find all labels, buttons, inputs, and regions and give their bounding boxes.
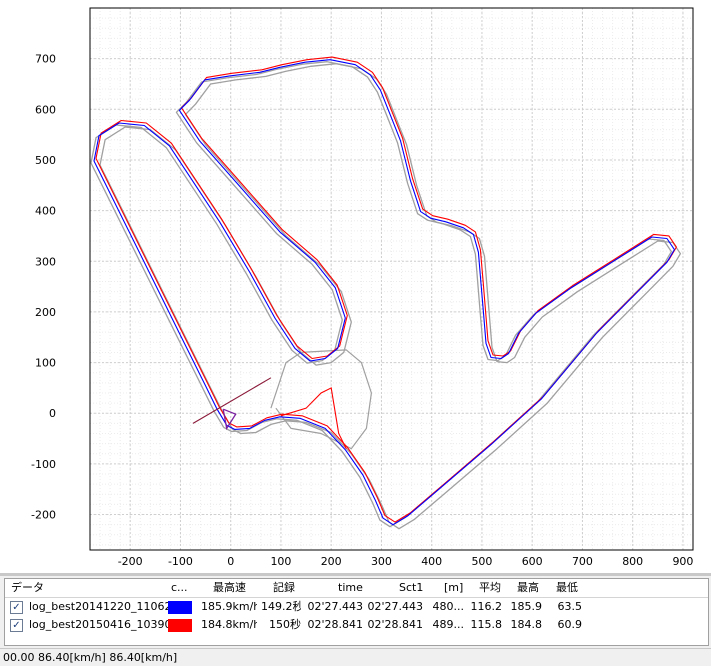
row-checkbox[interactable]: ✓ <box>10 619 23 632</box>
col-header-min[interactable]: 最低 <box>556 579 578 597</box>
y-tick-label: 300 <box>35 255 56 268</box>
col-header-time[interactable]: time <box>338 579 363 597</box>
y-tick-label: -200 <box>31 509 56 522</box>
track-map-svg[interactable]: -200 -100 0 100 200 300 400 500 600 700 800 900 -200… <box>0 0 711 573</box>
row-min: 63.5 <box>557 600 583 613</box>
row-name: log_best20150416_103900 <box>29 618 179 631</box>
table-row[interactable]: ✓ log_best20150416_103900 184.8km/h 150秒… <box>5 616 708 634</box>
row-time: 02'28.841 <box>307 618 363 631</box>
row-avg: 115.8 <box>470 618 503 631</box>
x-tick-label: 300 <box>371 555 392 568</box>
y-tick-label: 200 <box>35 306 56 319</box>
col-header-color[interactable]: c... <box>171 579 188 597</box>
row-record: 149.2秒 <box>261 600 301 613</box>
col-header-record[interactable]: 記録 <box>273 579 295 597</box>
table-row[interactable]: ✓ log_best20141220_110628 185.9km/h 149.… <box>5 598 708 616</box>
row-max-speed: 185.9km/h <box>201 600 257 613</box>
row-sct1: 02'27.443 <box>367 600 423 613</box>
y-tick-label: 100 <box>35 357 56 370</box>
x-tick-label: 0 <box>227 555 234 568</box>
x-tick-label: 600 <box>522 555 543 568</box>
track-map-chart[interactable]: -200 -100 0 100 200 300 400 500 600 700 800 900 -200… <box>0 0 711 573</box>
y-tick-label: -100 <box>31 458 56 471</box>
col-header-avg[interactable]: 平均 <box>479 579 501 597</box>
splitter[interactable] <box>0 573 711 576</box>
data-grid[interactable]: データ c... 最高速 記録 time Sct1 [m] 平均 最高 最低 ✓… <box>4 578 709 646</box>
y-tick-label: 600 <box>35 103 56 116</box>
row-max-speed: 184.8km/h <box>201 618 257 631</box>
x-tick-label: 700 <box>572 555 593 568</box>
x-tick-label: 800 <box>622 555 643 568</box>
row-name: log_best20141220_110628 <box>29 600 179 613</box>
col-header-data[interactable]: データ <box>11 579 44 597</box>
x-tick-label: 100 <box>270 555 291 568</box>
col-header-max[interactable]: 最高 <box>517 579 539 597</box>
row-max: 184.8 <box>510 618 543 631</box>
row-time: 02'27.443 <box>307 600 363 613</box>
col-header-max-speed[interactable]: 最高速 <box>213 579 246 597</box>
y-tick-label: 700 <box>35 53 56 66</box>
x-tick-label: -200 <box>118 555 143 568</box>
grid-header: データ c... 最高速 記録 time Sct1 [m] 平均 最高 最低 <box>5 579 708 598</box>
status-bar: 00.00 86.40[km/h] 86.40[km/h] <box>0 648 711 666</box>
row-max: 185.9 <box>510 600 543 613</box>
color-swatch[interactable] <box>168 619 192 632</box>
color-swatch[interactable] <box>168 601 192 614</box>
row-checkbox[interactable]: ✓ <box>10 601 23 614</box>
y-tick-label: 400 <box>35 205 56 218</box>
y-tick-label: 500 <box>35 154 56 167</box>
col-header-m[interactable]: [m] <box>444 579 463 597</box>
x-tick-label: 400 <box>421 555 442 568</box>
x-tick-label: 200 <box>321 555 342 568</box>
x-tick-label: 500 <box>471 555 492 568</box>
row-record: 150秒 <box>269 618 301 631</box>
x-tick-label: -100 <box>168 555 193 568</box>
row-avg: 116.2 <box>470 600 503 613</box>
y-tick-label: 0 <box>49 407 56 420</box>
row-sct1: 02'28.841 <box>367 618 423 631</box>
x-tick-label: 900 <box>672 555 693 568</box>
col-header-sct1[interactable]: Sct1 <box>399 579 423 597</box>
row-m: 489... <box>432 618 465 631</box>
row-m: 480... <box>432 600 465 613</box>
row-min: 60.9 <box>557 618 583 631</box>
